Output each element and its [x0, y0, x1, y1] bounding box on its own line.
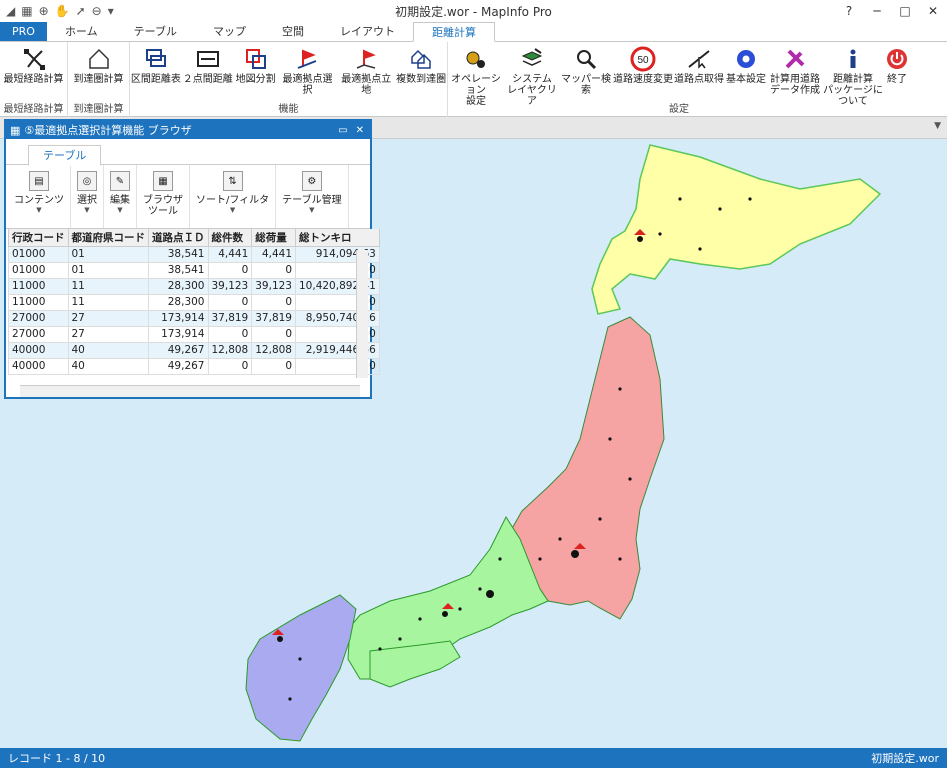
zoom-out-icon[interactable]: ⊖ [92, 4, 102, 18]
contents-icon: ▤ [29, 171, 49, 191]
chevron-down-icon: ▼ [36, 206, 42, 214]
map-split-icon [245, 49, 266, 69]
tab-layout[interactable]: レイアウト [322, 22, 413, 41]
status-bar: レコード 1 - 8 / 10 初期設定.wor [0, 748, 947, 768]
select-icon: ◎ [77, 171, 97, 191]
tab-home[interactable]: ホーム [47, 22, 116, 41]
pan-hand-icon[interactable]: ✋ [55, 4, 70, 18]
table-row[interactable]: 40000 40 49,267 0 0 0 [8, 358, 380, 375]
table-row[interactable]: 11000 11 28,300 0 0 0 [8, 294, 380, 311]
layers-clear-icon [521, 48, 543, 66]
tab-distance-calc[interactable]: 距離計算 [412, 22, 495, 42]
sort-filter-button[interactable]: ⇅ ソート/フィルタ ▼ [190, 165, 277, 228]
column-header[interactable]: 総トンキロ [295, 229, 380, 247]
tab-map[interactable]: マップ [195, 22, 264, 41]
quick-access-toolbar: ◢ ▦ ⊕ ✋ ➚ ⊖ ▾ [0, 4, 200, 18]
browser-toolbar: ▤ コンテンツ ▼ ◎ 選択 ▼ ✎ 編集 ▼ ▦ ブラウザ ツール ⇅ ソート… [6, 165, 370, 229]
kyushu-region[interactable] [245, 594, 357, 742]
table-row[interactable]: 01000 01 38,541 4,441 4,441 914,094.63 [8, 246, 380, 263]
select-button[interactable]: ◎ 選択 ▼ [71, 165, 104, 228]
table-grid-icon: ▦ [10, 123, 21, 137]
group-label: 機能 [278, 104, 299, 115]
browser-tab-table[interactable]: テーブル [28, 145, 102, 166]
table-management-button[interactable]: ⚙ テーブル管理 ▼ [276, 165, 349, 228]
speed-limit-sign-icon: 50 [630, 46, 656, 72]
table-row[interactable]: 11000 11 28,300 39,123 39,123 10,420,892.41 [8, 278, 380, 295]
table-manage-icon: ⚙ [301, 171, 322, 191]
ribbon: 最短経路計算 最短経路計算 到達圏計算 到達圏計算 区間距離表 ２点間距離 地図… [0, 42, 947, 117]
power-icon [887, 49, 907, 69]
vertical-scrollbar[interactable] [356, 250, 368, 378]
contents-button[interactable]: ▤ コンテンツ ▼ [8, 165, 71, 228]
chevron-down-icon: ▼ [309, 206, 315, 214]
customize-icon[interactable]: ▾ [108, 4, 114, 18]
browser-window[interactable]: ▦ ⑤最適拠点選択計算機能 ブラウザ ▭ ✕ テーブル ▤ コンテンツ ▼ ◎ … [4, 119, 380, 399]
table-row[interactable]: 01000 01 38,541 0 0 0 [8, 262, 380, 279]
search-icon [577, 50, 597, 70]
group-label: 到達圏計算 [73, 104, 124, 115]
browser-tools-button[interactable]: ▦ ブラウザ ツール [137, 165, 190, 228]
column-header[interactable]: 都道府県コード [68, 229, 149, 247]
column-header[interactable]: 総件数 [208, 229, 253, 247]
flag-select-icon [298, 49, 317, 69]
gear-icon [737, 50, 755, 68]
group-reach-area: 到達圏計算 到達圏計算 [68, 42, 130, 117]
flag-location-icon [356, 49, 377, 69]
browser-close-icon[interactable]: ✕ [356, 125, 364, 136]
table-row[interactable]: 27000 27 173,914 0 0 0 [8, 326, 380, 343]
maximize-button[interactable]: □ [891, 0, 919, 22]
minimize-button[interactable]: ─ [863, 0, 891, 22]
table-row[interactable]: 27000 27 173,914 37,819 37,819 8,950,740.26 [8, 310, 380, 327]
record-count: レコード 1 - 8 / 10 [8, 752, 106, 765]
group-label: 最短経路計算 [3, 104, 64, 115]
chevron-down-icon[interactable]: ▼ [934, 121, 941, 131]
chevron-down-icon: ▼ [117, 206, 123, 214]
select-arrow-icon[interactable]: ➚ [76, 4, 86, 18]
multi-area-icon [411, 49, 431, 69]
pin-icon[interactable]: ▭ [338, 125, 347, 136]
ribbon-tabs: PRO ホーム テーブル マップ 空間 レイアウト 距離計算 [0, 22, 947, 42]
road-point-cursor-icon [688, 50, 710, 69]
browser-grid[interactable]: 行政コード 都道府県コード 道路点ＩＤ 総件数 総荷量 総トンキロ 01000 0… [8, 229, 380, 375]
tab-spatial[interactable]: 空間 [264, 22, 322, 41]
edit-button[interactable]: ✎ 編集 ▼ [104, 165, 137, 228]
group-functions: 区間距離表 ２点間距離 地図分割 最適拠点選択 最適拠点立地 複数到達圏 機能 [130, 42, 448, 117]
app-logo-icon: ◢ [6, 4, 16, 18]
browser-tab-row: テーブル [6, 139, 370, 166]
tools-icon [785, 49, 805, 69]
table-row[interactable]: 40000 40 49,267 12,808 12,808 2,919,446.56 [8, 342, 380, 359]
title-bar: ◢ ▦ ⊕ ✋ ➚ ⊖ ▾ 初期設定.wor - MapInfo Pro ? ─… [0, 0, 947, 22]
route-network-icon [23, 49, 45, 70]
horizontal-scrollbar[interactable] [20, 385, 360, 397]
close-button[interactable]: ✕ [919, 0, 947, 22]
speed-value: 50 [637, 55, 649, 66]
grid-icon: ▦ [153, 171, 173, 191]
column-header[interactable]: 行政コード [8, 229, 69, 247]
chevron-down-icon: ▼ [84, 206, 90, 214]
workspace-name[interactable]: 初期設定.wor [871, 750, 939, 766]
edit-icon: ✎ [110, 171, 130, 191]
column-header[interactable]: 総荷量 [251, 229, 296, 247]
zoom-icon[interactable]: ⊕ [39, 4, 49, 18]
group-settings: オペレーション 設定 システム レイヤクリア マッパー検索 50 道路速度変更 … [448, 42, 910, 117]
tab-pro[interactable]: PRO [0, 22, 47, 41]
chevron-down-icon: ▼ [229, 206, 236, 214]
gears-icon [466, 51, 485, 68]
house-outline-icon [88, 48, 109, 69]
header-row: 行政コード 都道府県コード 道路点ＩＤ 総件数 総荷量 総トンキロ [8, 229, 380, 247]
sort-az-icon: ⇅ [222, 171, 243, 191]
info-icon [850, 49, 856, 68]
tab-table[interactable]: テーブル [116, 22, 195, 41]
help-button[interactable]: ? [835, 0, 863, 22]
browser-title: ⑤最適拠点選択計算機能 ブラウザ [24, 124, 192, 137]
group-shortest-path: 最短経路計算 最短経路計算 [0, 42, 68, 117]
group-label: 設定 [669, 104, 689, 115]
hokkaido-region[interactable] [591, 144, 882, 315]
data-table: 行政コード 都道府県コード 道路点ＩＤ 総件数 総荷量 総トンキロ 01000 0… [8, 229, 380, 375]
browser-titlebar[interactable]: ▦ ⑤最適拠点選択計算機能 ブラウザ ▭ ✕ [6, 121, 370, 139]
column-header[interactable]: 道路点ＩＤ [148, 229, 209, 247]
table-stack-icon [145, 49, 166, 67]
distance-measure-icon [196, 51, 219, 67]
open-table-icon[interactable]: ▦ [21, 4, 32, 18]
